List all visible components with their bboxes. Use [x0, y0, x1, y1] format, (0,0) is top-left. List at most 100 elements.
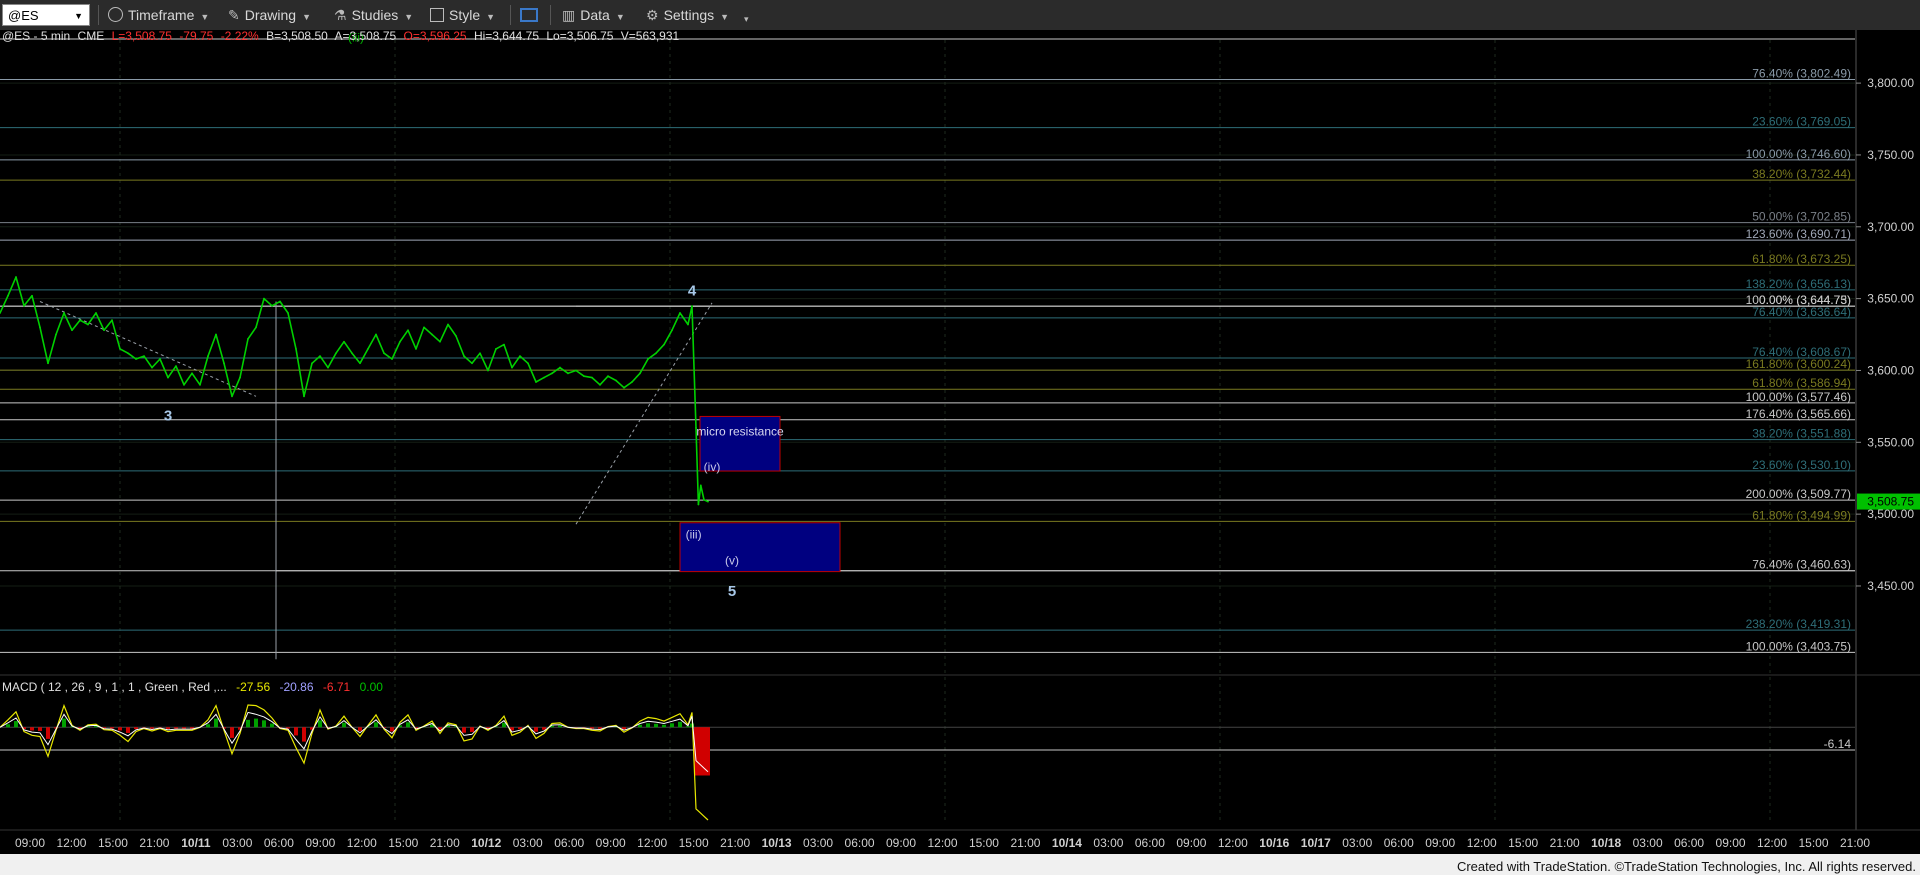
x-tick-label: 09:00: [1176, 836, 1206, 850]
price-point: [79, 319, 81, 322]
x-tick-label: 21:00: [720, 836, 750, 850]
chart-layout-button[interactable]: [520, 4, 538, 26]
price-point: [327, 366, 329, 369]
macd-histogram-bar: [390, 727, 394, 732]
x-tick-label: 09:00: [596, 836, 626, 850]
price-point: [287, 312, 289, 314]
x-tick-label: 15:00: [98, 836, 128, 850]
macd-histogram-bar: [590, 727, 594, 729]
data-button[interactable]: ▥ Data ▼: [562, 4, 625, 26]
macd-histogram-bar: [706, 727, 710, 776]
data-label: Data: [580, 7, 610, 23]
x-tick-label: 03:00: [222, 836, 252, 850]
timeframe-button[interactable]: Timeframe ▼: [108, 4, 209, 26]
price-chart[interactable]: 76.40% (3,802.49) 23.60% (3,769.05) 100.00…: [0, 30, 1920, 875]
price-point: [455, 335, 457, 337]
settings-label: Settings: [663, 7, 715, 23]
x-tick-label: 10/14: [1052, 836, 1082, 850]
price-point: [223, 362, 225, 365]
y-tick-label: 3,600.00: [1867, 363, 1914, 377]
price-point: [407, 329, 409, 332]
fib-label: 61.80% (3,673.25): [1752, 252, 1851, 266]
macd-avg-value: -20.86: [279, 680, 313, 694]
macd-histogram-bar: [246, 719, 250, 728]
fib-label: 23.60% (3,530.10): [1752, 458, 1851, 472]
macd-histogram-bar: [118, 727, 122, 731]
price-point: [431, 333, 433, 336]
y-tick-label: 3,550.00: [1867, 435, 1914, 449]
price-point: [623, 386, 625, 389]
header-volume: V=563,931: [621, 30, 680, 43]
dropdown-arrow-icon: ▼: [404, 12, 414, 22]
price-point: [687, 323, 689, 326]
macd-histogram-bar: [110, 727, 114, 729]
macd-level-label: -6.14: [1824, 737, 1852, 751]
footer-credit: Created with TradeStation. ©TradeStation…: [1457, 859, 1916, 874]
price-point: [575, 369, 577, 372]
x-tick-label: 12:00: [56, 836, 86, 850]
studies-label: Studies: [351, 7, 399, 23]
x-tick-label: 10/16: [1259, 836, 1289, 850]
wave-label: (iii): [686, 528, 702, 542]
style-button[interactable]: Style ▼: [430, 4, 495, 26]
price-point: [55, 333, 57, 336]
macd-histogram-bar: [262, 720, 266, 728]
price-point: [679, 312, 681, 314]
wave-label: (v): [725, 553, 739, 567]
price-point: [691, 305, 693, 308]
settings-button[interactable]: ⚙ Settings ▼: [646, 4, 729, 26]
price-point: [255, 326, 257, 329]
macd-histogram-bar: [286, 727, 290, 729]
x-tick-label: 09:00: [1425, 836, 1455, 850]
x-tick-label: 09:00: [886, 836, 916, 850]
x-tick-label: 21:00: [430, 836, 460, 850]
x-tick-label: 21:00: [1010, 836, 1040, 850]
price-point: [47, 362, 49, 365]
symbol-selector[interactable]: @ES ▼: [2, 4, 90, 26]
header-change: -79.75: [179, 30, 213, 43]
fib-label: 138.20% (3,656.13): [1746, 277, 1851, 291]
price-point: [263, 297, 265, 300]
x-tick-label: 12:00: [927, 836, 957, 850]
price-point: [295, 348, 297, 350]
macd-title: MACD ( 12 , 26 , 9 , 1 , 1 , Green , Red…: [2, 680, 227, 694]
price-point: [335, 352, 337, 355]
price-point: [167, 376, 169, 379]
price-point: [207, 355, 209, 357]
macd-histogram-bar: [206, 724, 210, 728]
x-tick-label: 03:00: [513, 836, 543, 850]
price-point: [503, 343, 505, 346]
pencil-icon: ✎: [228, 7, 240, 23]
price-point: [311, 362, 313, 365]
macd-histogram-bar: [14, 721, 18, 728]
target-support-box: [679, 522, 841, 573]
x-tick-label: 15:00: [969, 836, 999, 850]
x-tick-label: 21:00: [1840, 836, 1870, 850]
price-point: [87, 323, 89, 326]
x-tick-label: 10/17: [1301, 836, 1331, 850]
macd-histogram-bar: [38, 727, 42, 731]
style-icon: [430, 8, 444, 22]
x-tick-label: 09:00: [15, 836, 45, 850]
price-point: [707, 500, 709, 503]
price-point: [319, 355, 321, 357]
x-tick-label: 06:00: [554, 836, 584, 850]
x-tick-label: 21:00: [1550, 836, 1580, 850]
price-point: [351, 352, 353, 355]
x-tick-label: 12:00: [347, 836, 377, 850]
price-point: [663, 343, 665, 346]
toolbar-overflow-button[interactable]: ▾: [744, 6, 749, 28]
studies-button[interactable]: ⚗ Studies ▼: [334, 4, 413, 26]
price-point: [63, 312, 65, 314]
fib-label: 200.00% (3,509.77): [1746, 487, 1851, 501]
price-point: [271, 304, 273, 307]
price-point: [247, 337, 249, 340]
macd-zero-value: 0.00: [360, 680, 384, 694]
price-point: [383, 352, 385, 355]
drawing-button[interactable]: ✎ Drawing ▼: [228, 4, 311, 26]
price-point: [551, 372, 553, 375]
price-point: [39, 326, 41, 329]
price-point: [599, 383, 601, 386]
y-tick-label: 3,700.00: [1867, 220, 1914, 234]
x-tick-label: 03:00: [1093, 836, 1123, 850]
